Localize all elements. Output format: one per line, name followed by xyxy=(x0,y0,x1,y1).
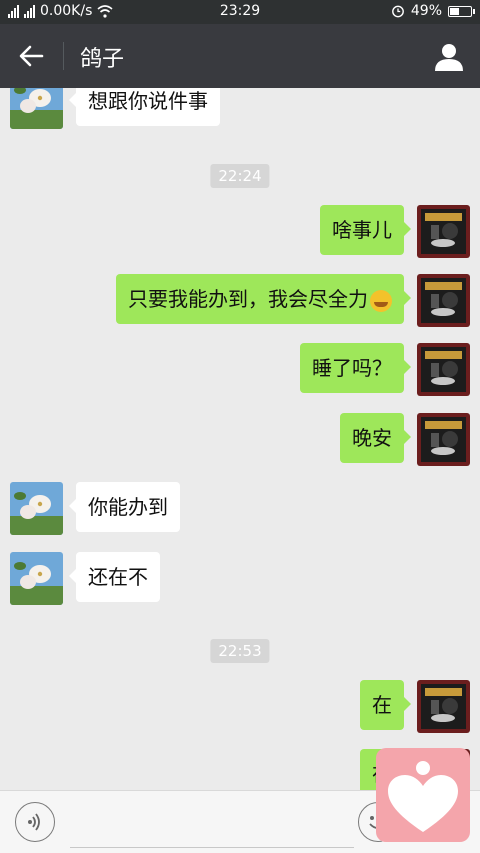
my-avatar[interactable] xyxy=(417,413,470,466)
header-divider xyxy=(63,42,64,70)
message-text: 在 xyxy=(372,693,392,717)
my-avatar[interactable] xyxy=(417,205,470,258)
message-text: 你能办到 xyxy=(88,495,168,519)
contact-avatar[interactable] xyxy=(10,552,63,605)
timestamp: 22:53 xyxy=(210,639,270,663)
message-bubble[interactable]: 在 xyxy=(360,680,411,730)
message-bubble[interactable]: 睡了吗？ xyxy=(300,343,411,393)
message-bubble[interactable]: 啥事儿 xyxy=(320,205,411,255)
chat-title: 鸽子 xyxy=(80,47,125,72)
message-bubble[interactable]: 你能办到 xyxy=(69,482,180,532)
timestamp: 22:24 xyxy=(210,164,270,188)
message-text: 只要我能办到，我会尽全力 xyxy=(128,287,368,311)
message-text: 晚安 xyxy=(352,426,392,450)
message-text: 啥事儿 xyxy=(332,218,392,242)
battery-level xyxy=(450,7,459,15)
contact-avatar[interactable] xyxy=(10,482,63,535)
battery-percent: 49% xyxy=(410,3,442,19)
person-icon[interactable] xyxy=(432,40,466,74)
message-text: 想跟你说件事 xyxy=(88,89,208,113)
my-avatar[interactable] xyxy=(417,343,470,396)
message-bubble[interactable]: 还在不 xyxy=(69,552,160,602)
status-bar: 0.00K/s 23:29 49% xyxy=(0,0,480,24)
heart-icon[interactable] xyxy=(376,748,470,842)
status-right: 49% xyxy=(391,3,475,19)
my-avatar[interactable] xyxy=(417,274,470,327)
message-text: 还在不 xyxy=(88,565,148,589)
battery-icon xyxy=(448,5,475,17)
back-arrow-icon[interactable] xyxy=(14,40,50,72)
contact-avatar[interactable] xyxy=(10,88,63,129)
message-text: 睡了吗？ xyxy=(312,356,392,380)
message-bubble[interactable]: 晚安 xyxy=(340,413,411,463)
message-list[interactable]: 想跟你说件事 22:24 啥事儿 只要我能办到，我会尽全力 睡了吗？ 晚安 你能… xyxy=(0,88,480,790)
message-input[interactable] xyxy=(70,801,354,848)
laughing-tears-emoji-icon xyxy=(370,289,392,312)
my-avatar[interactable] xyxy=(417,680,470,733)
message-bubble[interactable]: 只要我能办到，我会尽全力 xyxy=(116,274,411,324)
message-bubble[interactable]: 想跟你说件事 xyxy=(69,88,220,126)
chat-header: 鸽子 xyxy=(0,24,480,88)
alarm-icon xyxy=(391,5,404,18)
voice-icon[interactable] xyxy=(15,802,55,842)
